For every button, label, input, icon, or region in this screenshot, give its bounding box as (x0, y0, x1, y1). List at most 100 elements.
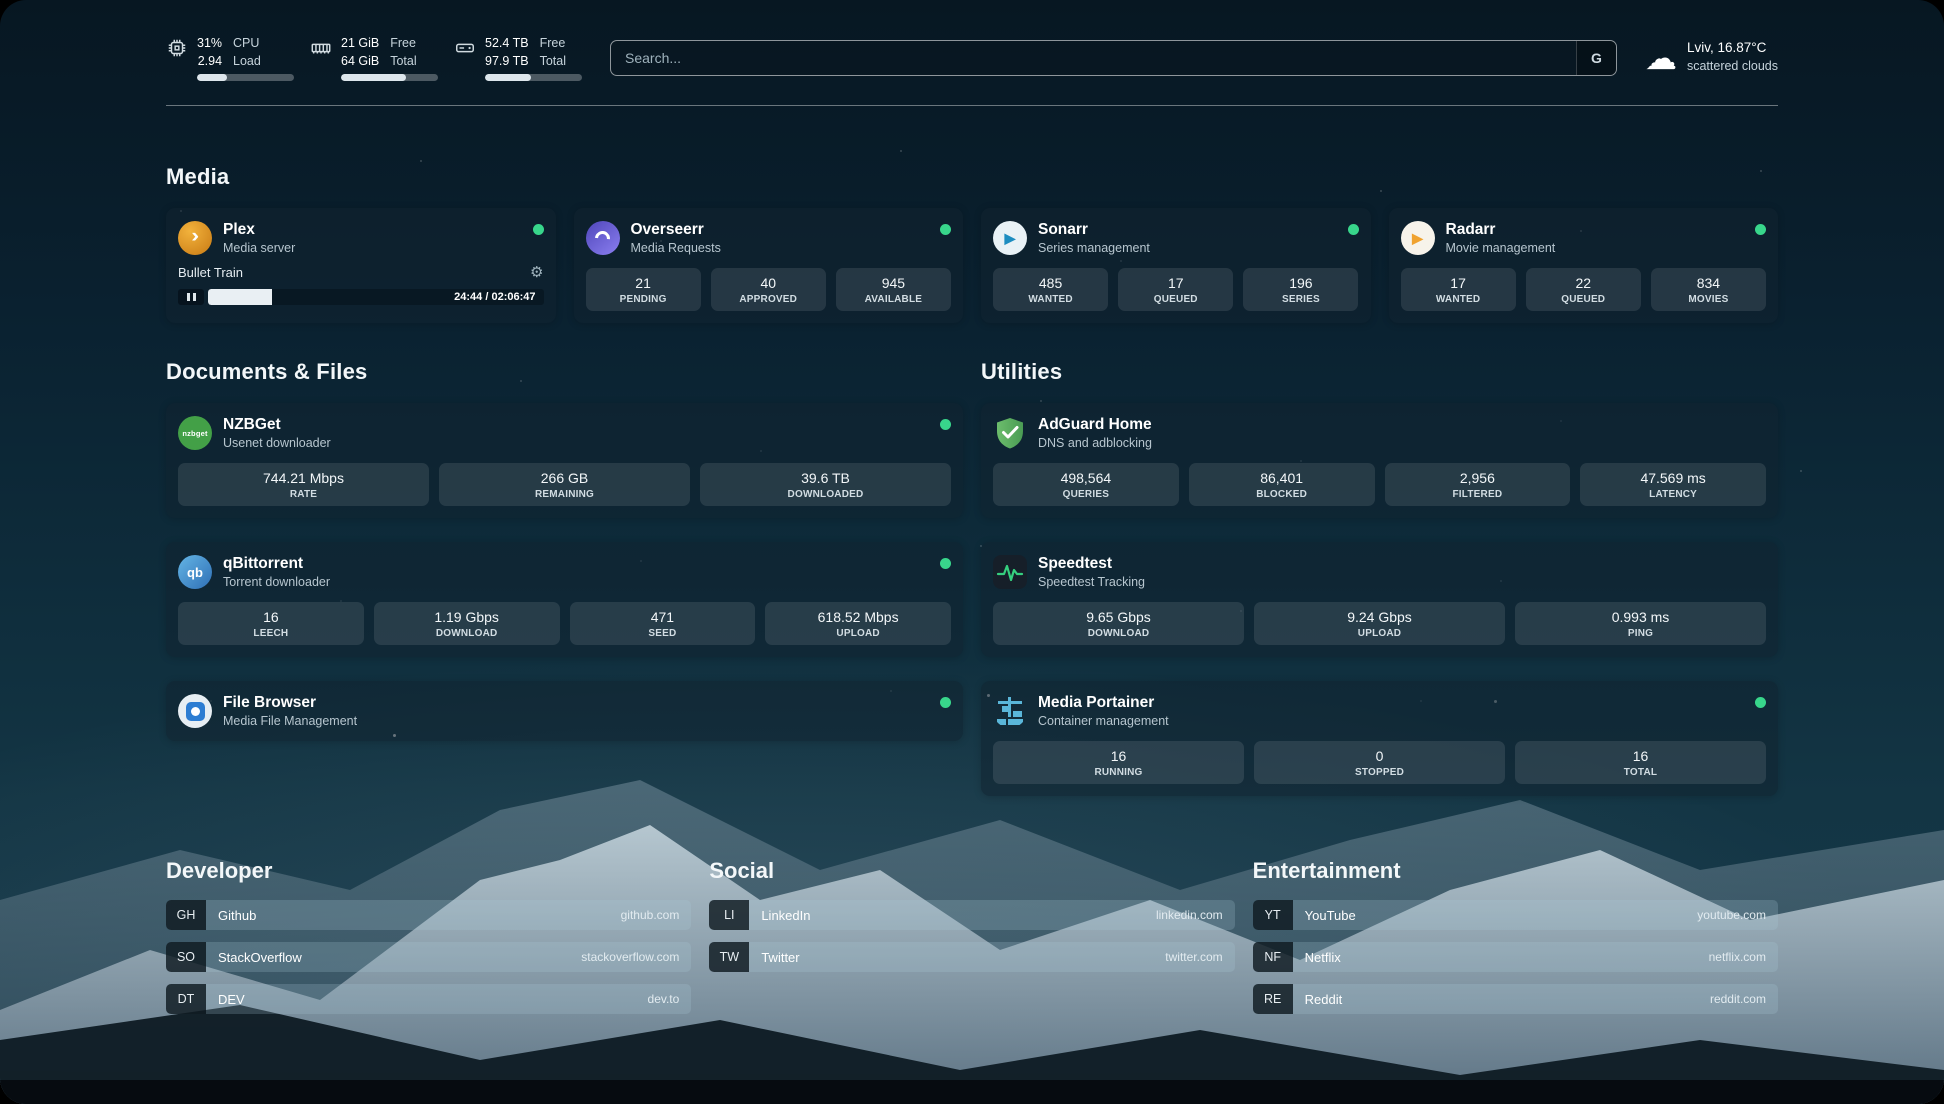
nzbget-link[interactable]: nzbget NZBGet Usenet downloader (178, 415, 951, 451)
portainer-subtitle: Container management (1038, 714, 1169, 730)
bookmark-dev[interactable]: DT DEV dev.to (166, 984, 691, 1014)
adguard-shield-icon (993, 416, 1027, 450)
nzbget-card: nzbget NZBGet Usenet downloader 744.21 M… (166, 403, 963, 518)
stat-remaining: 266 GB REMAINING (439, 463, 690, 506)
dashboard-content: 31% 2.94 CPU Load (0, 0, 1944, 1104)
bookmark-group-developer: Developer GH Github github.com SO StackO… (166, 858, 691, 1026)
status-dot (1348, 224, 1359, 235)
status-dot (1755, 224, 1766, 235)
stat-ping: 0.993 ms PING (1515, 602, 1766, 645)
qbittorrent-icon: qb (178, 555, 212, 589)
portainer-icon (993, 694, 1027, 728)
header-divider (166, 105, 1778, 106)
filebrowser-link[interactable]: File Browser Media File Management (178, 693, 951, 729)
qbittorrent-subtitle: Torrent downloader (223, 575, 330, 591)
bookmark-stackoverflow[interactable]: SO StackOverflow stackoverflow.com (166, 942, 691, 972)
qbittorrent-title: qBittorrent (223, 554, 330, 573)
stat-total: 16 TOTAL (1515, 741, 1766, 784)
bookmark-linkedin[interactable]: LI LinkedIn linkedin.com (709, 900, 1234, 930)
playback-time: 24:44 / 02:06:47 (454, 291, 535, 303)
cpu-load-label: Load (233, 52, 261, 70)
plex-title: Plex (223, 220, 295, 239)
disk-widget: 52.4 TB 97.9 TB Free Total (454, 34, 582, 81)
adguard-card: AdGuard Home DNS and adblocking 498,564 … (981, 403, 1778, 518)
speedtest-link[interactable]: Speedtest Speedtest Tracking (993, 554, 1766, 590)
bookmark-youtube[interactable]: YT YouTube youtube.com (1253, 900, 1778, 930)
adguard-subtitle: DNS and adblocking (1038, 436, 1152, 452)
portainer-link[interactable]: Media Portainer Container management (993, 693, 1766, 729)
memory-usage-bar (341, 74, 438, 81)
overseerr-subtitle: Media Requests (631, 241, 721, 257)
bookmark-github[interactable]: GH Github github.com (166, 900, 691, 930)
stat-upload: 9.24 Gbps UPLOAD (1254, 602, 1505, 645)
sonarr-icon: ▶ (993, 221, 1027, 255)
portainer-title: Media Portainer (1038, 693, 1169, 712)
bookmark-abbr: GH (166, 900, 206, 930)
cpu-widget: 31% 2.94 CPU Load (166, 34, 294, 81)
bookmark-reddit[interactable]: RE Reddit reddit.com (1253, 984, 1778, 1014)
plex-link[interactable]: › Plex Media server (178, 220, 544, 256)
radarr-card: ▶ Radarr Movie management 17 WANTED (1389, 208, 1779, 323)
bookmark-abbr: YT (1253, 900, 1293, 930)
section-utilities: Utilities (981, 359, 1778, 796)
bookmark-netflix[interactable]: NF Netflix netflix.com (1253, 942, 1778, 972)
plex-icon: › (178, 221, 212, 255)
sonarr-link[interactable]: ▶ Sonarr Series management (993, 220, 1359, 256)
section-media: Media › Plex Media server Bullet Train (166, 164, 1778, 323)
disk-total-label: Total (540, 52, 566, 70)
pause-button[interactable] (178, 289, 204, 305)
bookmark-abbr: DT (166, 984, 206, 1014)
stat-download: 9.65 Gbps DOWNLOAD (993, 602, 1244, 645)
stat-queued: 22 QUEUED (1526, 268, 1641, 311)
search-bar: G (610, 40, 1617, 76)
adguard-title: AdGuard Home (1038, 415, 1152, 434)
status-dot (533, 224, 544, 235)
bookmark-abbr: LI (709, 900, 749, 930)
stat-upload: 618.52 Mbps UPLOAD (765, 602, 951, 645)
nzbget-title: NZBGet (223, 415, 331, 434)
stat-running: 16 RUNNING (993, 741, 1244, 784)
speedtest-subtitle: Speedtest Tracking (1038, 575, 1145, 591)
status-dot (940, 697, 951, 708)
adguard-link[interactable]: AdGuard Home DNS and adblocking (993, 415, 1766, 451)
memory-free: 21 GiB (341, 34, 379, 52)
entertainment-section-title: Entertainment (1253, 858, 1778, 884)
weather-location: Lviv, 16.87°C (1687, 39, 1778, 58)
memory-widget: 21 GiB 64 GiB Free Total (310, 34, 438, 81)
search-provider-button[interactable]: G (1576, 41, 1616, 75)
weather-widget: ☁ Lviv, 16.87°C scattered clouds (1645, 39, 1778, 75)
bookmarks: Developer GH Github github.com SO StackO… (166, 858, 1778, 1026)
status-dot (940, 419, 951, 430)
social-section-title: Social (709, 858, 1234, 884)
stat-rate: 744.21 Mbps RATE (178, 463, 429, 506)
memory-free-label: Free (390, 34, 416, 52)
cpu-load: 2.94 (198, 52, 222, 70)
gear-icon[interactable]: ⚙ (530, 265, 543, 280)
disk-total: 97.9 TB (485, 52, 529, 70)
section-documents: Documents & Files nzbget NZBGet Usenet d… (166, 359, 963, 796)
status-dot (1755, 697, 1766, 708)
bookmark-group-entertainment: Entertainment YT YouTube youtube.com NF … (1253, 858, 1778, 1026)
filebrowser-icon (178, 694, 212, 728)
now-playing-title: Bullet Train (178, 265, 243, 280)
playback-progress-bar[interactable]: 24:44 / 02:06:47 (208, 289, 544, 305)
plex-subtitle: Media server (223, 241, 295, 257)
stat-download: 1.19 Gbps DOWNLOAD (374, 602, 560, 645)
overseerr-link[interactable]: Overseerr Media Requests (586, 220, 952, 256)
stat-wanted: 485 WANTED (993, 268, 1108, 311)
bookmark-group-social: Social LI LinkedIn linkedin.com TW Twitt… (709, 858, 1234, 1026)
filebrowser-title: File Browser (223, 693, 357, 712)
search-input[interactable] (611, 41, 1576, 75)
top-bar: 31% 2.94 CPU Load (166, 34, 1778, 81)
cloud-icon: ☁ (1645, 42, 1677, 74)
status-dot (940, 558, 951, 569)
stat-latency: 47.569 ms LATENCY (1580, 463, 1766, 506)
radarr-link[interactable]: ▶ Radarr Movie management (1401, 220, 1767, 256)
overseerr-icon (586, 221, 620, 255)
plex-card: › Plex Media server Bullet Train ⚙ (166, 208, 556, 323)
bookmark-twitter[interactable]: TW Twitter twitter.com (709, 942, 1234, 972)
qbittorrent-link[interactable]: qb qBittorrent Torrent downloader (178, 554, 951, 590)
qbittorrent-card: qb qBittorrent Torrent downloader 16 LEE… (166, 542, 963, 657)
bookmark-abbr: RE (1253, 984, 1293, 1014)
cpu-percent: 31% (197, 34, 222, 52)
